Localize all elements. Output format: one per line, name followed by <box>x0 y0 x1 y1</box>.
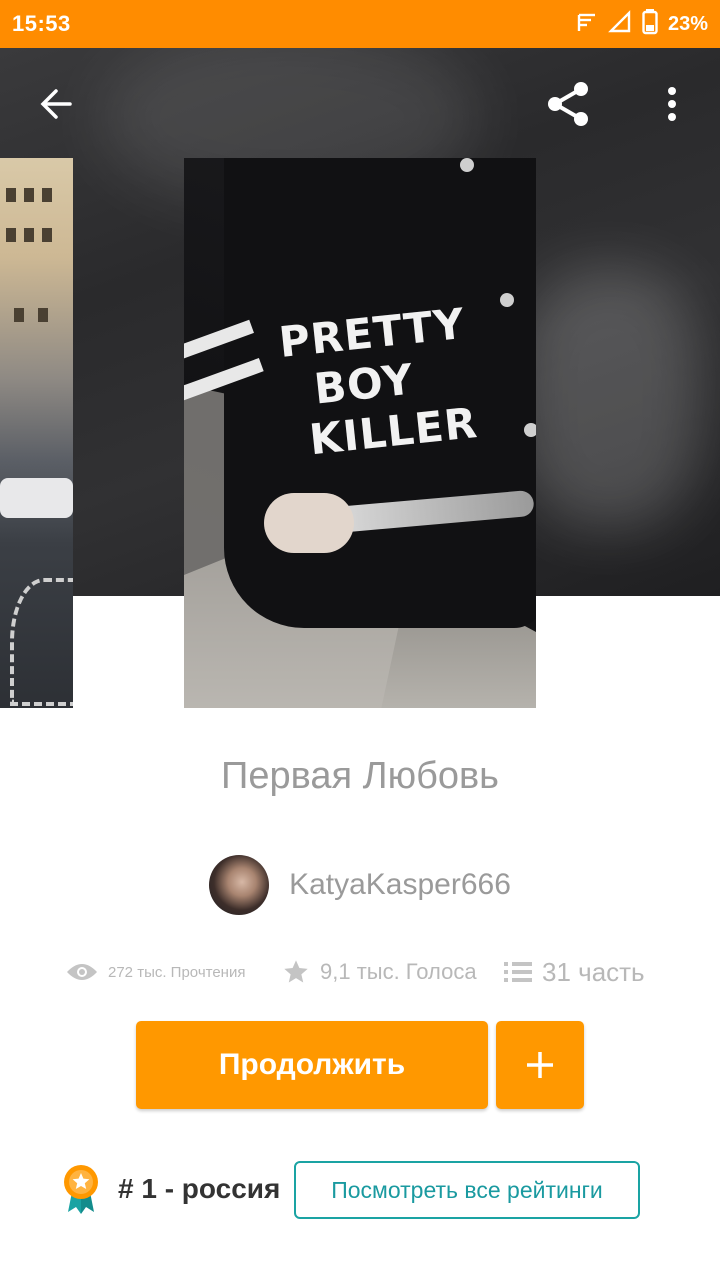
cover-text: PRETTY BOY KILLER <box>276 298 480 465</box>
back-button[interactable] <box>30 78 82 130</box>
list-icon <box>504 962 532 982</box>
view-all-rankings-button[interactable]: Посмотреть все рейтинги <box>294 1161 640 1219</box>
more-vert-icon <box>668 87 676 121</box>
author-avatar[interactable] <box>209 855 270 915</box>
status-time: 15:53 <box>12 11 71 36</box>
share-icon <box>548 82 588 126</box>
back-arrow-icon <box>40 89 72 119</box>
plus-icon <box>527 1052 553 1078</box>
signal-icon <box>608 9 632 39</box>
ranking-label: # 1 - россия <box>118 1173 281 1204</box>
parts-stat: 31 часть <box>504 950 645 994</box>
previous-story-cover[interactable] <box>0 158 73 708</box>
author-row[interactable]: KatyaKasper666 <box>0 855 720 915</box>
votes-stat: 9,1 тыс. Голоса <box>282 950 477 994</box>
story-title: Первая Любовь <box>221 755 499 797</box>
ranking-row: # 1 - россия <box>62 1160 280 1218</box>
notification-icon <box>576 11 598 38</box>
battery-icon <box>642 8 658 40</box>
medal-icon <box>64 1165 98 1214</box>
status-bar: 15:53 23% <box>0 0 720 48</box>
share-button[interactable] <box>540 76 596 132</box>
battery-percent: 23% <box>667 12 708 35</box>
reads-stat: 272 тыс. Прочтения <box>66 950 245 994</box>
star-icon <box>284 960 308 983</box>
story-cover[interactable]: PRETTY BOY KILLER <box>184 158 536 708</box>
add-to-library-button[interactable] <box>496 1021 584 1109</box>
eye-icon <box>67 964 97 980</box>
more-options-button[interactable] <box>652 80 692 128</box>
author-name[interactable]: KatyaKasper666 <box>289 868 511 902</box>
continue-reading-button[interactable]: Продолжить <box>136 1021 488 1109</box>
story-stats: 272 тыс. Прочтения 9,1 тыс. Голоса 31 ча… <box>0 950 720 994</box>
